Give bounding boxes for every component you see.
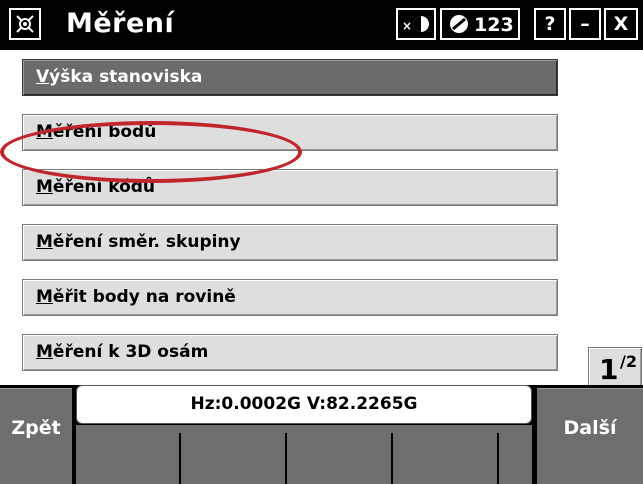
close-label: X [613, 13, 629, 35]
close-button[interactable]: X [604, 8, 638, 40]
back-label: Zpět [11, 417, 61, 439]
next-button[interactable]: Další [537, 388, 643, 484]
help-label: ? [544, 13, 556, 35]
input-mode-label: 123 [474, 14, 514, 36]
compensator-mode-button[interactable]: 123 [440, 8, 520, 40]
menu-item-measure-to-3d-axes[interactable]: Měření k 3D osám [22, 334, 558, 371]
menu-item-accel: M [36, 122, 53, 142]
back-button[interactable]: Zpět [0, 388, 72, 484]
menu-item-accel: V [36, 67, 50, 87]
minimize-button[interactable]: – [569, 8, 601, 40]
menu-item-accel: M [36, 287, 53, 307]
menu-item-label: ěření kódů [52, 177, 156, 197]
help-button[interactable]: ? [534, 8, 566, 40]
laser-pointer-button[interactable]: × [396, 8, 436, 40]
page-total: /2 [620, 352, 637, 371]
window-title: Měření [66, 8, 175, 39]
menu-item-label: ěření k 3D osám [52, 342, 209, 362]
laser-pointer-icon: × [402, 16, 429, 33]
bottom-bar: Zpět Hz:0.0002G V:82.2265G Další [0, 385, 643, 484]
svg-text:×: × [402, 19, 412, 33]
title-bar: Měření × 123 ? – X [0, 0, 643, 50]
menu-item-accel: M [36, 232, 53, 252]
page-current: 1 [599, 353, 619, 386]
angle-readout: Hz:0.0002G V:82.2265G [76, 385, 532, 424]
menu-item-label: ěřit body na rovině [52, 287, 236, 307]
menu-item-label: ěření směr. skupiny [52, 232, 241, 252]
menu-item-measure-codes[interactable]: Měření kódů [22, 169, 558, 206]
fkey-divider [285, 433, 287, 484]
minimize-label: – [580, 13, 590, 35]
fkey-divider [391, 433, 393, 484]
menu-item-station-height[interactable]: Výška stanoviska [22, 59, 558, 96]
menu-item-accel: M [36, 342, 53, 362]
next-label: Další [563, 417, 617, 439]
menu-panel: Výška stanoviska Měření bodů Měření kódů… [0, 50, 643, 402]
fkey-divider [179, 433, 181, 484]
menu-item-measure-points[interactable]: Měření bodů [22, 114, 558, 151]
compensator-icon [450, 15, 468, 33]
fkey-divider [497, 433, 499, 484]
menu-item-measure-direction-group[interactable]: Měření směr. skupiny [22, 224, 558, 261]
menu-item-measure-points-on-plane[interactable]: Měřit body na rovině [22, 279, 558, 316]
instrument-icon[interactable] [9, 8, 41, 40]
menu-item-accel: M [36, 177, 53, 197]
menu-item-label: ěření bodů [52, 122, 157, 142]
menu-item-label: ýška stanoviska [49, 67, 203, 87]
function-key-bar [76, 425, 532, 484]
